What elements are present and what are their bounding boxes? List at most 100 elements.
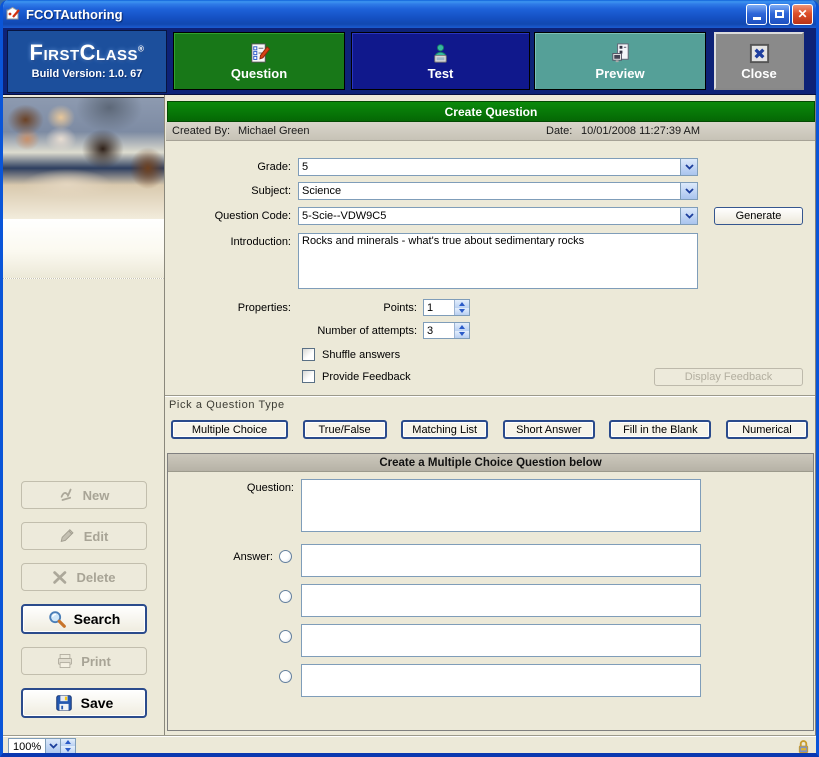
introduction-textarea[interactable]: Rocks and minerals - what's true about s…	[298, 233, 698, 289]
shuffle-checkbox[interactable]	[302, 348, 315, 361]
answer-row	[168, 664, 813, 697]
meta-bar: Created By: Michael Green Date: 10/01/20…	[166, 122, 815, 141]
minimize-button[interactable]	[746, 4, 767, 25]
attempts-down-icon[interactable]	[455, 331, 469, 339]
grade-select[interactable]	[298, 158, 698, 176]
shuffle-row: Shuffle answers	[302, 348, 815, 361]
zoom-chevron-down-icon[interactable]	[45, 739, 60, 754]
points-label: Points:	[298, 302, 423, 314]
edit-button[interactable]: Edit	[21, 522, 147, 550]
printer-icon	[56, 652, 74, 670]
answer-textarea-4[interactable]	[301, 664, 701, 697]
points-up-icon[interactable]	[455, 300, 469, 308]
grade-value[interactable]	[299, 159, 680, 175]
save-button[interactable]: Save	[21, 688, 147, 718]
new-button[interactable]: New	[21, 481, 147, 509]
search-label: Search	[74, 611, 121, 627]
fill-in-blank-button[interactable]: Fill in the Blank	[609, 420, 711, 439]
matching-list-button[interactable]: Matching List	[401, 420, 488, 439]
numerical-button[interactable]: Numerical	[726, 420, 808, 439]
question-code-value[interactable]	[299, 208, 680, 224]
answer-textarea-1[interactable]	[301, 544, 701, 577]
sidebar: New Edit Delete	[3, 95, 165, 735]
question-code-select[interactable]	[298, 207, 698, 225]
subject-select[interactable]	[298, 182, 698, 200]
chevron-down-icon[interactable]	[680, 159, 697, 175]
app-icon	[5, 6, 21, 22]
question-type-buttons: Multiple Choice True/False Matching List…	[171, 420, 808, 439]
zoom-stepper[interactable]	[60, 739, 75, 754]
question-code-label: Question Code:	[165, 210, 298, 222]
maximize-button[interactable]	[769, 4, 790, 25]
true-false-button[interactable]: True/False	[303, 420, 387, 439]
multiple-choice-button[interactable]: Multiple Choice	[171, 420, 288, 439]
main-panel: Create Question Created By: Michael Gree…	[165, 95, 816, 735]
save-label: Save	[81, 695, 114, 711]
chevron-down-icon[interactable]	[680, 183, 697, 199]
search-icon	[47, 609, 67, 629]
subject-row: Subject:	[165, 182, 815, 200]
points-down-icon[interactable]	[455, 308, 469, 316]
lock-icon	[797, 739, 810, 754]
firstclass-logo: FirstClass®	[30, 42, 145, 64]
preview-document-icon	[609, 42, 632, 65]
subject-value[interactable]	[299, 183, 680, 199]
print-button[interactable]: Print	[21, 647, 147, 675]
attempts-value[interactable]	[424, 323, 454, 338]
introduction-row: Introduction: Rocks and minerals - what'…	[165, 233, 815, 289]
answer-radio-2[interactable]	[279, 590, 292, 603]
grade-row: Grade:	[165, 158, 815, 176]
date-value: 10/01/2008 11:27:39 AM	[581, 125, 700, 137]
window-title: FCOTAuthoring	[26, 7, 746, 22]
created-by-value: Michael Green	[238, 125, 310, 137]
attempts-up-icon[interactable]	[455, 323, 469, 331]
header-band: FirstClass® Build Version: 1.0. 67 Quest…	[3, 28, 816, 95]
attempts-stepper[interactable]	[423, 322, 470, 339]
attempts-label: Number of attempts:	[298, 325, 423, 337]
provide-feedback-checkbox[interactable]	[302, 370, 315, 383]
properties-label: Properties:	[165, 302, 298, 314]
answer-textarea-3[interactable]	[301, 624, 701, 657]
chevron-down-icon[interactable]	[680, 208, 697, 224]
answer-radio-1[interactable]	[279, 550, 292, 563]
close-window-button[interactable]: ✕	[792, 4, 813, 25]
search-button[interactable]: Search	[21, 604, 147, 634]
answer-row: Answer:	[168, 544, 813, 577]
answer-textarea-2[interactable]	[301, 584, 701, 617]
nav-close-button[interactable]: Close	[714, 32, 804, 90]
answer-radio-3[interactable]	[279, 630, 292, 643]
new-label: New	[83, 488, 110, 503]
date-label: Date:	[546, 125, 572, 137]
mc-panel-title: Create a Multiple Choice Question below	[168, 454, 813, 472]
nav-preview-button[interactable]: Preview	[534, 32, 706, 90]
question-type-label: Pick a Question Type	[165, 397, 815, 411]
zoom-control[interactable]: 100%	[8, 738, 76, 755]
attempts-row: Number of attempts:	[165, 322, 815, 339]
answer-row	[168, 584, 813, 617]
delete-x-icon	[51, 568, 69, 586]
titlebar: FCOTAuthoring ✕	[0, 0, 819, 28]
nav-question-button[interactable]: Question	[173, 32, 345, 90]
answer-radio-4[interactable]	[279, 670, 292, 683]
introduction-label: Introduction:	[165, 233, 298, 248]
points-value[interactable]	[424, 300, 454, 315]
delete-label: Delete	[76, 570, 115, 585]
points-stepper[interactable]	[423, 299, 470, 316]
classroom-photo	[3, 97, 164, 219]
photo-fade	[3, 219, 164, 279]
display-feedback-button[interactable]: Display Feedback	[654, 368, 803, 386]
edit-pencil-icon	[59, 527, 77, 545]
mc-question-textarea[interactable]	[301, 479, 701, 532]
zoom-down-icon[interactable]	[61, 746, 75, 754]
short-answer-button[interactable]: Short Answer	[503, 420, 595, 439]
app-window: FCOTAuthoring ✕ FirstClass® Build Versio…	[0, 0, 819, 757]
points-row: Properties: Points:	[165, 299, 815, 316]
zoom-up-icon[interactable]	[61, 739, 75, 747]
nav-test-button[interactable]: Test	[351, 32, 530, 90]
save-floppy-icon	[54, 693, 74, 713]
delete-button[interactable]: Delete	[21, 563, 147, 591]
new-icon	[58, 486, 76, 504]
generate-button[interactable]: Generate	[714, 207, 803, 225]
nav-test-label: Test	[428, 66, 454, 81]
created-by-label: Created By:	[172, 125, 230, 137]
